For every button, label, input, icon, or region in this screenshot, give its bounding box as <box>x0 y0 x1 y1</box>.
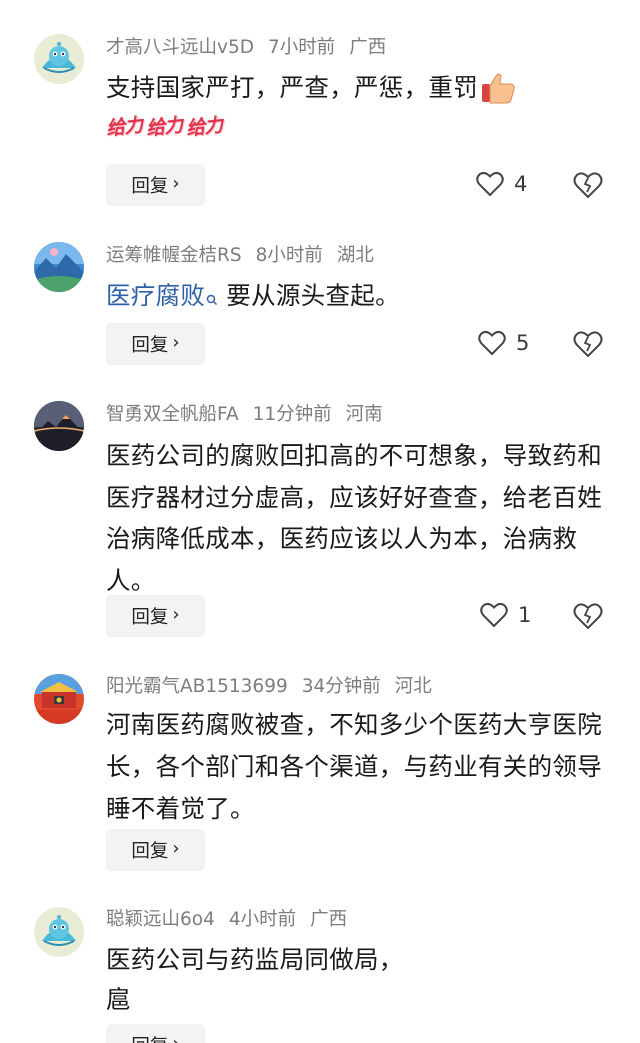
avatar[interactable] <box>34 674 84 724</box>
username[interactable]: 聪颖远山6o4 <box>106 909 215 930</box>
like-button[interactable]: 1 <box>480 602 531 628</box>
comment-text: 支持国家严打，严查，严惩，重罚 <box>106 70 616 106</box>
username[interactable]: 运筹帷幄金桔RS <box>106 245 242 266</box>
dislike-button[interactable] <box>573 330 603 358</box>
timestamp: 4小时前 <box>228 909 297 930</box>
blue-character-avatar-icon <box>34 34 84 84</box>
location: 湖北 <box>336 245 374 266</box>
avatar[interactable] <box>34 401 84 451</box>
timestamp: 11分钟前 <box>252 404 332 425</box>
like-count: 5 <box>516 331 530 355</box>
like-count: 4 <box>514 172 528 196</box>
comment-meta: 运筹帷幄金桔RS 8小时前 湖北 <box>106 244 388 268</box>
like-count: 1 <box>518 603 532 627</box>
search-keyword-link[interactable]: 医疗腐败 <box>106 281 205 310</box>
like-button[interactable]: 4 <box>476 171 527 197</box>
reply-button[interactable]: 回复› <box>106 164 205 206</box>
comment-text: 医药公司的腐败回扣高的不可想象，导致药和医疗器材过分虚高，应该好好查查，给老百姓… <box>106 441 602 595</box>
chevron-right-icon: › <box>172 1035 179 1043</box>
location: 河南 <box>345 404 383 425</box>
chevron-right-icon: › <box>172 838 180 859</box>
reply-button[interactable]: 回复› <box>106 1024 205 1043</box>
search-icon <box>206 282 218 305</box>
comment-meta: 聪颖远山6o4 4小时前 广西 <box>106 908 361 932</box>
sticker-geili: 给力 <box>105 114 144 140</box>
comment-text: 医药公司与药监局同做局， 扈 <box>106 945 404 1014</box>
reply-button[interactable]: 回复› <box>106 829 205 871</box>
comment-text: 河南医药腐败被查，不知多少个医药大亨医院长，各个部门和各个渠道，与药业有关的领导… <box>106 710 602 823</box>
landscape-avatar-icon <box>34 242 84 292</box>
broken-heart-icon <box>573 603 603 630</box>
username[interactable]: 智勇双全帆船FA <box>106 404 239 425</box>
timestamp: 8小时前 <box>255 245 323 266</box>
heart-icon <box>478 330 506 356</box>
dislike-button[interactable] <box>573 171 603 199</box>
sticker-geili: 给力 <box>185 114 224 140</box>
reply-button[interactable]: 回复› <box>106 323 205 365</box>
username[interactable]: 才高八斗远山v5D <box>106 37 254 58</box>
blue-character-avatar-icon <box>34 907 84 957</box>
like-button[interactable]: 5 <box>478 330 529 356</box>
thumbs-up-icon <box>480 70 516 106</box>
heart-icon <box>480 602 508 628</box>
reply-button[interactable]: 回复› <box>106 595 205 637</box>
comment-text: 医疗腐败 要从源头查起。 <box>106 281 400 310</box>
avatar[interactable] <box>34 907 84 957</box>
chevron-right-icon: › <box>172 332 180 353</box>
sticker-row: 给力 给力 给力 <box>105 112 224 140</box>
timestamp: 7小时前 <box>267 37 336 58</box>
avatar[interactable] <box>34 242 84 292</box>
timestamp: 34分钟前 <box>301 676 381 697</box>
location: 广西 <box>349 37 387 58</box>
username[interactable]: 阳光霸气AB1513699 <box>106 676 288 697</box>
mountain-sunset-avatar-icon <box>34 401 84 451</box>
location: 广西 <box>310 909 348 930</box>
heart-icon <box>476 171 504 197</box>
dislike-button[interactable] <box>573 602 603 630</box>
comment-meta: 智勇双全帆船FA 11分钟前 河南 <box>106 403 397 427</box>
avatar[interactable] <box>34 34 84 84</box>
sticker-geili: 给力 <box>145 114 184 140</box>
comment-meta: 阳光霸气AB1513699 34分钟前 河北 <box>106 675 446 699</box>
tiananmen-avatar-icon <box>34 674 84 724</box>
location: 河北 <box>394 676 432 697</box>
broken-heart-icon <box>573 331 603 358</box>
chevron-right-icon: › <box>172 173 180 194</box>
comment-meta: 才高八斗远山v5D 7小时前 广西 <box>106 36 400 60</box>
broken-heart-icon <box>573 172 603 199</box>
chevron-right-icon: › <box>172 604 180 625</box>
